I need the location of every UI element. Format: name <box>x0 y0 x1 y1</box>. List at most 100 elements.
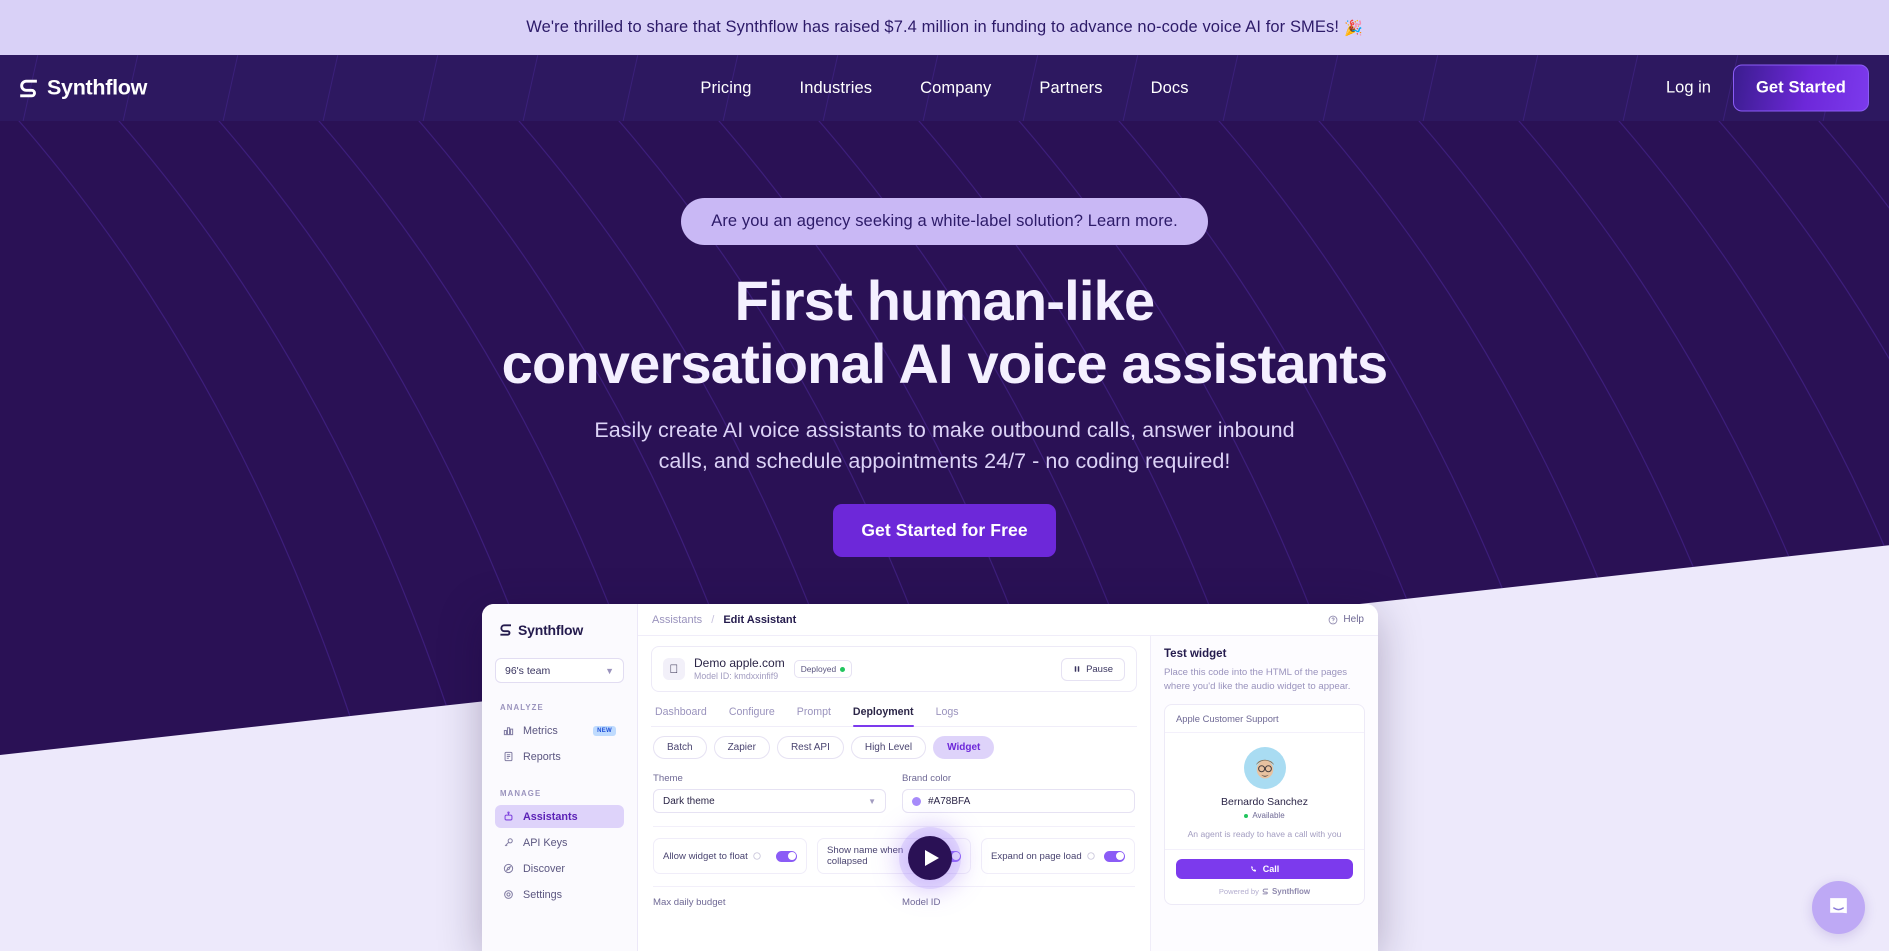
apple-icon:  <box>663 658 685 681</box>
assistant-model-id: Model ID: kmdxxinfif9 <box>694 671 779 681</box>
tab-dashboard[interactable]: Dashboard <box>655 699 707 726</box>
help-label: Help <box>1343 614 1364 625</box>
chip-zapier[interactable]: Zapier <box>713 736 770 760</box>
deployment-channel-chips: Batch Zapier Rest API High Level Widget <box>651 727 1137 760</box>
toggle-allow-widget-to-float[interactable]: Allow widget to float <box>653 838 807 875</box>
chip-rest-api[interactable]: Rest API <box>776 736 844 760</box>
team-selector[interactable]: 96's team ▼ <box>495 658 624 683</box>
agency-whitelabel-pill[interactable]: Are you an agency seeking a white-label … <box>681 198 1208 245</box>
pause-label: Pause <box>1086 663 1113 675</box>
breadcrumb-separator: / <box>711 613 715 626</box>
app-main: Assistants / Edit Assistant Help Demo ap… <box>638 604 1378 951</box>
toggle-label: Allow widget to float <box>663 850 748 862</box>
widget-call-button[interactable]: Call <box>1176 859 1353 880</box>
key-icon <box>503 837 514 848</box>
robot-icon <box>503 811 514 822</box>
tab-deployment[interactable]: Deployment <box>852 699 914 728</box>
theme-select[interactable]: Dark theme ▼ <box>653 789 886 814</box>
synthflow-s-logo-icon <box>499 623 513 637</box>
sidebar-section-manage: MANAGE <box>500 789 542 798</box>
brand-color-value: #A78BFA <box>928 795 971 807</box>
app-sidebar: Synthflow 96's team ▼ ANALYZE Metrics NE… <box>482 604 638 951</box>
pause-button[interactable]: Pause <box>1061 657 1125 681</box>
login-link[interactable]: Log in <box>1666 79 1711 98</box>
sidebar-item-api-keys[interactable]: API Keys <box>495 831 624 854</box>
sidebar-item-label: Metrics <box>523 724 558 737</box>
widget-preview-header: Apple Customer Support <box>1165 705 1364 734</box>
brand-color-field: Brand color #A78BFA <box>902 773 1135 814</box>
widget-agent-status: Available <box>1176 811 1353 820</box>
sidebar-item-label: API Keys <box>523 836 568 849</box>
sidebar-item-settings[interactable]: Settings <box>495 883 624 906</box>
theme-label: Theme <box>653 773 683 785</box>
sidebar-item-discover[interactable]: Discover <box>495 857 624 880</box>
chip-widget[interactable]: Widget <box>933 736 995 760</box>
tab-configure[interactable]: Configure <box>729 699 775 726</box>
widget-agent-name: Bernardo Sanchez <box>1221 796 1308 809</box>
widget-settings-row-2: Max daily budget Model ID <box>651 887 1137 913</box>
chat-bubble-button[interactable] <box>1812 881 1865 934</box>
widget-preview-body: Bernardo Sanchez Available An agent is r… <box>1165 733 1364 849</box>
product-screenshot: Synthflow 96's team ▼ ANALYZE Metrics NE… <box>482 604 1378 951</box>
announcement-banner[interactable]: We're thrilled to share that Synthflow h… <box>0 0 1889 55</box>
nav-link-company[interactable]: Company <box>912 73 999 104</box>
widget-ready-text: An agent is ready to have a call with yo… <box>1187 829 1342 840</box>
sidebar-item-assistants[interactable]: Assistants <box>495 805 624 828</box>
hero-content: Are you an agency seeking a white-label … <box>0 55 1889 558</box>
tab-logs[interactable]: Logs <box>936 699 959 726</box>
model-id-field: Model ID <box>902 897 1135 913</box>
widget-agent-status-label: Available <box>1252 811 1285 821</box>
app-topbar: Assistants / Edit Assistant Help <box>638 604 1378 636</box>
toggle-switch[interactable] <box>776 850 797 862</box>
headline-line-2: conversational AI voice assistants <box>501 331 1389 395</box>
nav-links: Pricing Industries Company Partners Docs <box>0 55 1889 121</box>
pause-icon <box>1073 665 1081 673</box>
app-sidebar-logo: Synthflow <box>499 622 624 638</box>
tab-prompt[interactable]: Prompt <box>797 699 831 726</box>
chip-batch[interactable]: Batch <box>653 736 707 760</box>
nav-link-partners[interactable]: Partners <box>1031 73 1110 104</box>
assistant-identity: Demo apple.com Model ID: kmdxxinfif9 <box>694 656 785 682</box>
status-dot-icon <box>840 666 846 672</box>
page-title: First human-like conversational AI voice… <box>501 269 1389 395</box>
status-badge-label: Deployed <box>800 664 837 675</box>
sidebar-item-reports[interactable]: Reports <box>495 745 624 768</box>
play-icon <box>925 850 939 866</box>
max-daily-budget-label: Max daily budget <box>653 897 726 909</box>
powered-by-brand: Synthflow <box>1271 887 1311 897</box>
brand-color-input[interactable]: #A78BFA <box>902 789 1135 814</box>
toggle-expand-on-page-load[interactable]: Expand on page load <box>981 838 1135 875</box>
play-video-button[interactable] <box>908 836 952 880</box>
status-dot-icon <box>1244 813 1249 818</box>
sidebar-item-label: Discover <box>523 862 565 875</box>
party-popper-icon: 🎉 <box>1344 19 1363 37</box>
question-circle-icon <box>753 852 761 861</box>
get-started-button[interactable]: Get Started <box>1732 64 1869 112</box>
app-sidebar-logo-text: Synthflow <box>518 622 584 638</box>
widget-preview-footer: Call Powered by Synthflow <box>1165 849 1364 904</box>
widget-settings-row-1: Theme Dark theme ▼ Brand color #A78BFA <box>651 759 1137 814</box>
sidebar-section-analyze: ANALYZE <box>500 703 544 712</box>
chip-high-level[interactable]: High Level <box>850 736 927 760</box>
headline-line-1: First human-like <box>734 269 1156 332</box>
powered-by-text: Powered by <box>1218 887 1259 897</box>
widget-call-label: Call <box>1262 864 1280 875</box>
phone-icon <box>1250 865 1258 873</box>
nav-actions: Log in Get Started <box>1666 64 1869 112</box>
get-started-for-free-button[interactable]: Get Started for Free <box>833 504 1056 558</box>
sidebar-item-label: Assistants <box>523 810 578 823</box>
toggle-label: Expand on page load <box>991 850 1082 862</box>
nav-link-pricing[interactable]: Pricing <box>692 73 759 104</box>
hero-subtext: Easily create AI voice assistants to mak… <box>594 418 1295 473</box>
breadcrumb-current: Edit Assistant <box>723 613 797 626</box>
nav-link-industries[interactable]: Industries <box>792 73 881 104</box>
sidebar-item-metrics[interactable]: Metrics NEW <box>495 719 624 742</box>
test-widget-description: Place this code into the HTML of the pag… <box>1164 667 1351 692</box>
breadcrumb-parent[interactable]: Assistants <box>652 614 702 626</box>
help-link[interactable]: Help <box>1328 614 1364 625</box>
toggle-switch[interactable] <box>1104 850 1125 862</box>
announcement-banner-text: We're thrilled to share that Synthflow h… <box>526 18 1340 36</box>
nav-link-docs[interactable]: Docs <box>1143 73 1197 104</box>
synthflow-s-logo-icon <box>1262 888 1269 895</box>
